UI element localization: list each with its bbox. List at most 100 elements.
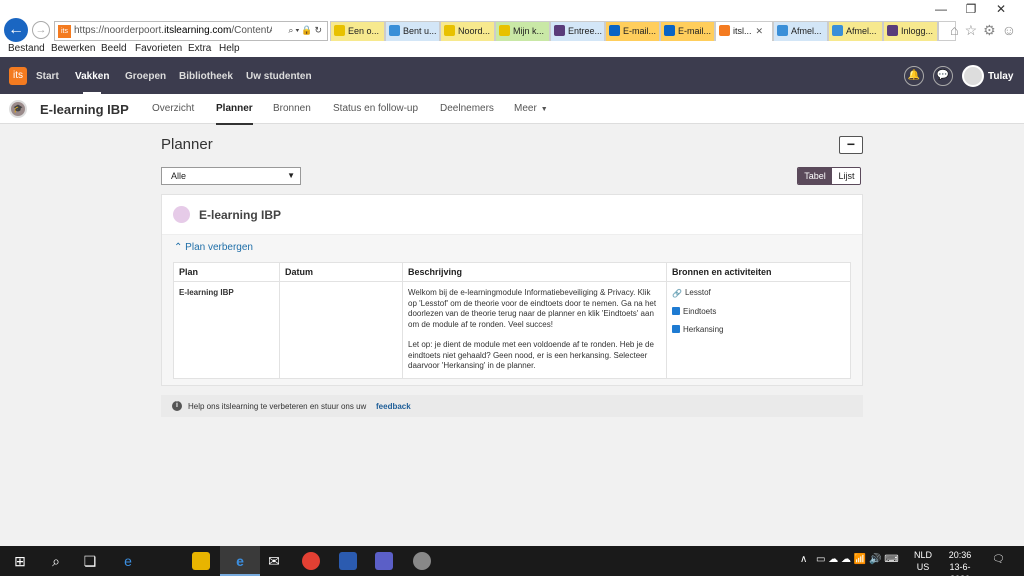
color-dot-icon [173, 206, 190, 223]
tab-favicon-icon [554, 25, 565, 36]
favorites-star-icon[interactable]: ☆ [965, 22, 978, 38]
menu-bewerken[interactable]: Bewerken [51, 43, 95, 54]
nav-groepen[interactable]: Groepen [125, 71, 166, 82]
plan-table: Plan Datum Beschrijving Bronnen en activ… [173, 262, 851, 379]
menu-help[interactable]: Help [219, 43, 240, 54]
browser-tab[interactable]: Entree... [550, 21, 605, 41]
tab-favicon-icon [887, 25, 898, 36]
tab-planner[interactable]: Planner [216, 103, 253, 125]
browser-tab[interactable]: E-mail... [660, 21, 715, 41]
menu-extra[interactable]: Extra [188, 43, 211, 54]
course-bar: 🎓 E-learning IBP Overzicht Planner Bronn… [0, 94, 1024, 125]
column-header-plan: Plan [173, 262, 280, 282]
browser-tab-active[interactable]: itsl... ✕ [715, 21, 773, 41]
user-name[interactable]: Tulay [988, 71, 1013, 82]
link-icon: 🔗 [672, 289, 682, 298]
menu-bar: Bestand Bewerken Beeld Favorieten Extra … [0, 42, 1024, 57]
plan-hide-toggle[interactable]: ⌃ Plan verbergen [174, 242, 253, 253]
browser-tab[interactable]: Noord... [440, 21, 495, 41]
chevron-up-icon: ⌃ [174, 242, 183, 253]
feedback-text: Help ons itslearning te verbeteren en st… [188, 402, 367, 411]
app-icon[interactable] [413, 552, 431, 570]
mail-icon[interactable]: ✉ [266, 553, 282, 569]
menu-beeld[interactable]: Beeld [101, 43, 127, 54]
browser-tab[interactable]: Een o... [330, 21, 385, 41]
nav-uw-studenten[interactable]: Uw studenten [246, 71, 312, 82]
browser-tab[interactable]: Afmel... [828, 21, 883, 41]
task-view-icon[interactable]: ❏ [82, 553, 98, 569]
browser-tab[interactable]: Afmel... [773, 21, 828, 41]
clock[interactable]: 20:3613-6-2020 [940, 549, 980, 576]
nav-vakken[interactable]: Vakken [75, 71, 109, 95]
column-header-bronnen: Bronnen en activiteiten [666, 262, 851, 282]
tab-status-follow-up[interactable]: Status en follow-up [333, 103, 418, 114]
avatar[interactable] [962, 65, 984, 87]
nav-bibliotheek[interactable]: Bibliotheek [179, 71, 233, 82]
tab-overzicht[interactable]: Overzicht [152, 103, 194, 114]
word-icon[interactable] [339, 552, 357, 570]
browser-tab[interactable]: Mijn k... [495, 21, 550, 41]
description-paragraph: Welkom bij de e-learningmodule Informati… [408, 288, 657, 329]
address-bar[interactable]: its https://noorderpoort.itslearning.com… [54, 21, 328, 41]
nav-start[interactable]: Start [36, 71, 59, 82]
tab-favicon-icon [499, 25, 510, 36]
page-title: Planner [161, 136, 213, 153]
filter-value: Alle [171, 171, 187, 181]
teams-icon[interactable] [375, 552, 393, 570]
plan-cell[interactable]: E-learning IBP [173, 281, 280, 379]
tab-favicon-icon [664, 25, 675, 36]
menu-bestand[interactable]: Bestand [8, 43, 45, 54]
back-button[interactable]: ← [4, 18, 28, 42]
home-icon[interactable]: ⌂ [950, 22, 958, 38]
table-row: E-learning IBP Welkom bij de e-learningm… [173, 281, 851, 379]
course-title[interactable]: E-learning IBP [40, 102, 129, 117]
tab-favicon-icon [609, 25, 620, 36]
browser-tab[interactable]: E-mail... [605, 21, 660, 41]
feedback-link[interactable]: feedback [376, 402, 411, 411]
tab-favicon-icon [444, 25, 455, 36]
tray-chevron-icon[interactable]: ∧ [800, 554, 807, 565]
notifications-bell-icon[interactable]: 🔔 [904, 66, 924, 86]
window-controls: — ❐ ✕ [926, 2, 1016, 16]
tab-bronnen[interactable]: Bronnen [273, 103, 311, 114]
settings-gear-icon[interactable]: ⚙ [983, 22, 996, 38]
browser-tab[interactable]: Inlogg... [883, 21, 938, 41]
windows-start-icon[interactable]: ⊞ [12, 553, 28, 569]
smiley-icon[interactable]: ☺ [1002, 22, 1016, 38]
resource-herkansing[interactable]: Herkansing [672, 325, 845, 336]
edge-icon[interactable]: e [120, 553, 136, 569]
minimize-icon[interactable]: — [926, 2, 956, 16]
view-tabel-button[interactable]: Tabel [798, 168, 832, 184]
info-icon: i [172, 401, 182, 411]
column-header-datum: Datum [279, 262, 403, 282]
restore-icon[interactable]: ❐ [956, 2, 986, 16]
its-logo[interactable]: its [9, 67, 27, 85]
menu-favorieten[interactable]: Favorieten [135, 43, 182, 54]
collapse-button[interactable]: − [839, 136, 863, 154]
filter-select[interactable]: Alle ▼ [161, 167, 301, 185]
notifications-icon[interactable]: 🗨 [992, 554, 1005, 565]
browser-tab[interactable]: Bent u... [385, 21, 440, 41]
internet-explorer-icon[interactable]: e [232, 553, 248, 569]
address-tools-icon[interactable]: ⌕▾🔒↻ [288, 25, 324, 36]
tab-meer[interactable]: Meer ▼ [514, 103, 548, 114]
search-icon[interactable]: ⌕ [48, 553, 64, 569]
language-indicator[interactable]: NLD US [910, 549, 936, 573]
close-tab-icon[interactable]: ✕ [756, 26, 764, 36]
plan-card-title: E-learning IBP [199, 208, 282, 222]
tab-deelnemers[interactable]: Deelnemers [440, 103, 494, 114]
feedback-bar: i Help ons itslearning te verbeteren en … [161, 395, 863, 417]
tab-favicon-icon [719, 25, 730, 36]
tray-status-icons[interactable]: ▭ ☁ ☁ 📶 🔊 ⌨ [816, 554, 899, 565]
messages-icon[interactable]: 💬 [933, 66, 953, 86]
resource-lesstof[interactable]: 🔗 Lesstof [672, 288, 845, 299]
url-text: https://noorderpoort.itslearning.com/Con… [74, 25, 272, 36]
close-window-icon[interactable]: ✕ [986, 2, 1016, 16]
view-lijst-button[interactable]: Lijst [832, 168, 860, 184]
resource-eindtoets[interactable]: Eindtoets [672, 306, 845, 318]
chrome-icon[interactable] [302, 552, 320, 570]
file-explorer-icon[interactable] [192, 552, 210, 570]
test-icon [672, 325, 680, 333]
plan-card-header: E-learning IBP [162, 195, 862, 235]
forward-button[interactable]: → [32, 21, 50, 39]
